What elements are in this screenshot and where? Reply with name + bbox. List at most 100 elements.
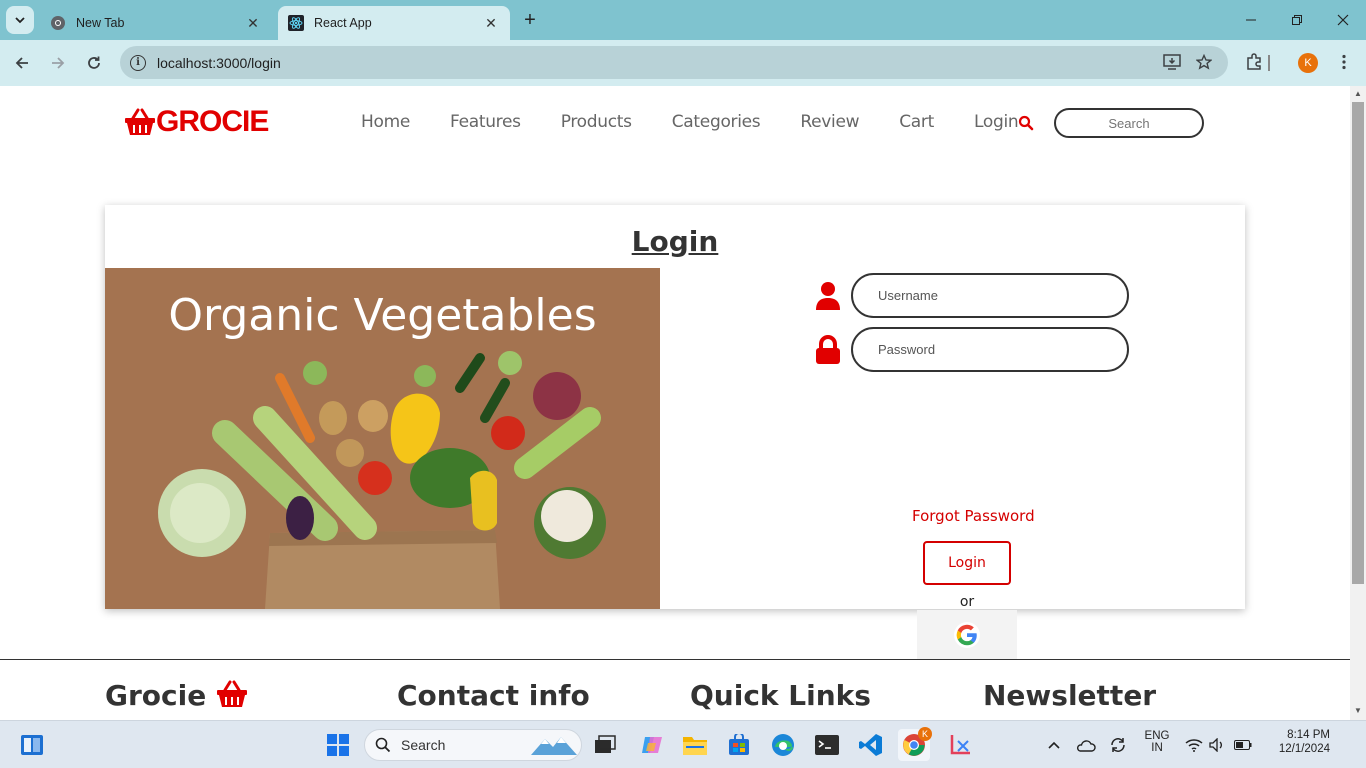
browser-tab-strip: New Tab ✕ React App ✕ +	[0, 0, 1366, 40]
sync-icon[interactable]	[1104, 729, 1132, 761]
nav-review[interactable]: Review	[800, 112, 859, 132]
tab-react-app[interactable]: React App ✕	[278, 6, 510, 40]
login-title: Login	[631, 225, 719, 258]
extensions-icon[interactable]	[1242, 50, 1266, 74]
address-bar[interactable]: i localhost:3000/login	[120, 46, 1228, 79]
snipping-tool-icon[interactable]	[944, 729, 976, 761]
widgets-icon[interactable]	[16, 729, 48, 761]
google-login-button[interactable]	[917, 610, 1017, 660]
tab-title: New Tab	[76, 16, 125, 30]
chrome-profile-badge: K	[918, 727, 932, 741]
scroll-down-icon[interactable]: ▼	[1353, 706, 1363, 716]
close-icon[interactable]: ✕	[244, 14, 262, 32]
password-row	[815, 327, 1129, 372]
arrow-left-icon	[15, 57, 28, 69]
tab-new-tab[interactable]: New Tab ✕	[40, 6, 272, 40]
start-icon[interactable]	[322, 729, 354, 761]
vscode-icon[interactable]	[855, 729, 887, 761]
kebab-menu-icon[interactable]	[1332, 50, 1356, 74]
onedrive-icon[interactable]	[1072, 729, 1100, 761]
clock-time: 8:14 PM	[1287, 729, 1330, 741]
basket-icon	[125, 108, 155, 135]
task-view-icon[interactable]	[589, 729, 621, 761]
username-field[interactable]	[851, 273, 1129, 318]
nav-features[interactable]: Features	[450, 112, 521, 132]
footer-brand-text: Grocie	[105, 679, 207, 712]
minimize-icon	[1246, 19, 1256, 21]
login-card: Login Organic Vegetables Username Forgot…	[105, 205, 1245, 660]
nav-categories[interactable]: Categories	[672, 112, 761, 132]
tray-chevron-up-icon[interactable]	[1040, 729, 1068, 761]
search-input[interactable]	[1054, 108, 1204, 138]
taskbar-search-label: Search	[401, 737, 446, 753]
hero-text: Organic Vegetables	[168, 290, 597, 341]
chrome-icon	[51, 16, 65, 30]
language-indicator[interactable]: ENG IN	[1140, 730, 1174, 754]
browser-toolbar: i localhost:3000/login	[0, 40, 1366, 86]
react-icon	[288, 15, 304, 31]
back-button[interactable]	[9, 50, 35, 76]
lock-icon	[816, 334, 840, 364]
taskbar-search[interactable]: Search	[364, 729, 582, 761]
terminal-icon[interactable]	[811, 729, 843, 761]
site-info-icon[interactable]: i	[130, 54, 146, 71]
login-button[interactable]: Login	[923, 541, 1011, 585]
page-scrollbar[interactable]: ▲ ▼	[1350, 86, 1366, 720]
hero-image: Organic Vegetables	[105, 268, 660, 609]
scroll-up-icon[interactable]: ▲	[1353, 89, 1363, 99]
wifi-icon[interactable]	[1184, 729, 1204, 761]
nav-home[interactable]: Home	[361, 112, 410, 132]
toolbar-divider	[1268, 55, 1270, 71]
restore-button[interactable]	[1274, 8, 1320, 32]
mountains-icon	[531, 737, 577, 755]
edge-icon[interactable]	[767, 729, 799, 761]
forward-button[interactable]	[45, 50, 71, 76]
profile-avatar[interactable]: K	[1298, 53, 1318, 73]
new-tab-button[interactable]: +	[518, 10, 542, 32]
reload-button[interactable]	[81, 50, 107, 76]
restore-icon	[1292, 15, 1302, 25]
password-field[interactable]	[851, 327, 1129, 372]
search-icon[interactable]	[1018, 115, 1034, 131]
store-icon[interactable]	[723, 729, 755, 761]
footer-brand: Grocie	[105, 679, 248, 712]
volume-icon[interactable]	[1207, 729, 1227, 761]
google-icon	[954, 622, 980, 648]
or-separator: or	[959, 594, 975, 610]
scroll-thumb[interactable]	[1352, 102, 1364, 584]
windows-taskbar: Search K ENG IN 8:14 PM 12/1/2024	[0, 720, 1366, 768]
main-nav: Home Features Products Categories Review…	[361, 112, 1058, 132]
close-window-button[interactable]	[1320, 8, 1366, 32]
nav-login[interactable]: Login	[974, 112, 1019, 132]
bookmark-star-icon[interactable]	[1192, 50, 1216, 74]
chevron-down-icon	[15, 17, 25, 24]
minimize-button[interactable]	[1228, 8, 1274, 32]
nav-cart[interactable]: Cart	[899, 112, 934, 132]
url-text: localhost:3000/login	[157, 54, 281, 71]
user-icon	[816, 281, 840, 310]
region-code: IN	[1151, 742, 1163, 754]
battery-icon[interactable]	[1232, 729, 1254, 761]
footer-contact-heading: Contact info	[397, 679, 590, 712]
clock[interactable]: 8:14 PM 12/1/2024	[1262, 729, 1330, 755]
chrome-taskbar-icon[interactable]: K	[898, 727, 932, 761]
logo-text: GROCIE	[156, 105, 269, 138]
close-icon[interactable]: ✕	[482, 14, 500, 32]
arrow-right-icon	[52, 57, 65, 69]
page-viewport: GROCIE Home Features Products Categories…	[0, 86, 1350, 720]
nav-products[interactable]: Products	[561, 112, 632, 132]
file-explorer-icon[interactable]	[679, 729, 711, 761]
tab-search-button[interactable]	[6, 6, 34, 34]
search-icon	[375, 737, 391, 753]
tab-title: React App	[314, 16, 372, 30]
clock-date: 12/1/2024	[1278, 743, 1330, 755]
footer-newsletter-heading: Newsletter	[983, 679, 1157, 712]
site-logo[interactable]: GROCIE	[124, 105, 269, 138]
forgot-password-link[interactable]: Forgot Password	[912, 507, 1035, 525]
copilot-icon[interactable]	[636, 729, 668, 761]
install-app-icon[interactable]	[1160, 50, 1184, 74]
language-code: ENG	[1144, 730, 1170, 742]
footer-quicklinks-heading: Quick Links	[690, 679, 871, 712]
close-icon	[1337, 14, 1349, 26]
username-row	[815, 273, 1129, 318]
